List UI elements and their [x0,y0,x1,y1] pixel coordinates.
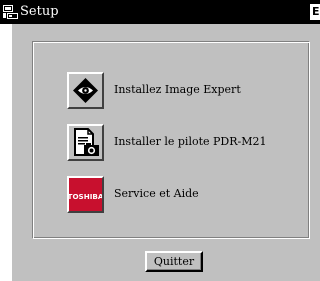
quit-button[interactable]: Quitter [145,251,203,272]
install-driver-label: Installer le pilote PDR-M21 [114,135,267,148]
setup-window: Setup E Installez Image Expert Installer… [0,0,320,281]
setup-computer-icon[interactable] [2,3,19,20]
service-help-option[interactable]: TOSHIBA Service et Aide [67,176,297,214]
install-driver-option[interactable]: Installer le pilote PDR-M21 [67,124,297,162]
install-image-expert-label: Installez Image Expert [114,83,241,96]
service-help-button[interactable]: TOSHIBA [67,176,104,213]
window-title: Setup [20,4,59,19]
install-image-expert-button[interactable] [67,72,104,109]
install-image-expert-option[interactable]: Installez Image Expert [67,72,297,110]
document-camera-icon [74,128,99,156]
service-help-label: Service et Aide [114,187,199,200]
eye-diamond-icon [73,78,98,103]
title-bar: Setup E [0,0,320,24]
toshiba-logo-icon: TOSHIBA [69,178,102,211]
dialog-client-area: Installez Image Expert Installer le pilo… [12,24,320,281]
title-bar-button[interactable]: E [310,4,320,20]
toshiba-logo-text: TOSHIBA [69,192,102,201]
install-driver-button[interactable] [67,124,104,161]
options-group-frame: Installez Image Expert Installer le pilo… [32,41,310,239]
